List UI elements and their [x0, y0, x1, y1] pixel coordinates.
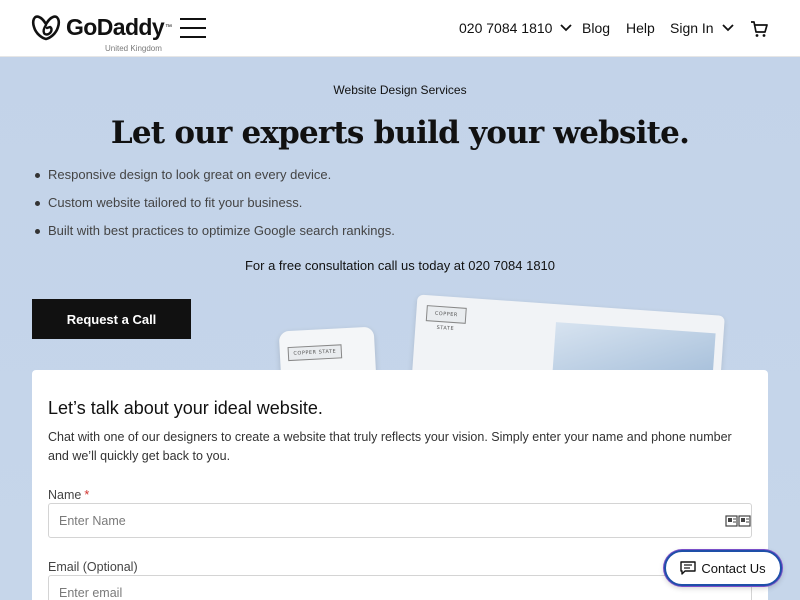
chevron-down-icon [560, 24, 573, 32]
chat-label: Contact Us [701, 560, 766, 576]
benefit-item: Custom website tailored to fit your busi… [35, 193, 395, 221]
brand-trademark: ™ [165, 23, 173, 31]
email-label: Email (Optional) [48, 560, 138, 574]
name-input[interactable] [48, 503, 752, 538]
required-asterisk: * [84, 488, 90, 502]
form-title: Let’s talk about your ideal website. [48, 398, 323, 418]
nav-link-blog[interactable]: Blog [582, 20, 610, 36]
benefit-list: Responsive design to look great on every… [35, 165, 395, 249]
form-description: Chat with one of our designers to create… [48, 430, 732, 463]
consultation-text: For a free consultation call us today at… [244, 258, 556, 273]
contact-card-icon[interactable] [725, 515, 751, 527]
benefit-item: Built with best practices to optimize Go… [35, 221, 395, 249]
email-input[interactable] [48, 575, 752, 600]
phone-dropdown[interactable]: 020 7084 1810 [459, 20, 573, 36]
contact-us-chat-button[interactable]: Contact Us [664, 550, 782, 586]
chevron-down-icon [721, 24, 734, 32]
mockup-brand-label: COPPER STATE [287, 344, 343, 362]
hero-title: Let our experts build your website. [110, 115, 690, 151]
hamburger-menu-icon[interactable] [180, 18, 206, 38]
hero-section: Website Design Services Let our experts … [0, 57, 800, 600]
hero-eyebrow: Website Design Services [333, 83, 467, 97]
godaddy-logo[interactable]: GoDaddy ™ [31, 13, 172, 41]
phone-number: 020 7084 1810 [459, 20, 553, 36]
godaddy-logo-icon [31, 15, 61, 41]
brand-name: GoDaddy [66, 14, 165, 40]
contact-form-card: Let’s talk about your ideal website. Cha… [32, 370, 768, 600]
site-header: GoDaddy ™ United Kingdom 020 7084 1810 Bl… [0, 0, 800, 57]
request-call-button[interactable]: Request a Call [32, 299, 191, 339]
region-label: United Kingdom [105, 44, 162, 53]
name-label-text: Name [48, 488, 82, 502]
sign-in-dropdown[interactable]: Sign In [670, 20, 734, 36]
name-label: Name * [48, 488, 89, 502]
sign-in-label: Sign In [670, 20, 714, 36]
benefit-item: Responsive design to look great on every… [35, 165, 395, 193]
nav-link-help[interactable]: Help [626, 20, 655, 36]
chat-bubble-icon [680, 561, 697, 575]
cart-icon[interactable] [750, 20, 768, 38]
mockup-brand-label: COPPER STATE [425, 305, 467, 332]
